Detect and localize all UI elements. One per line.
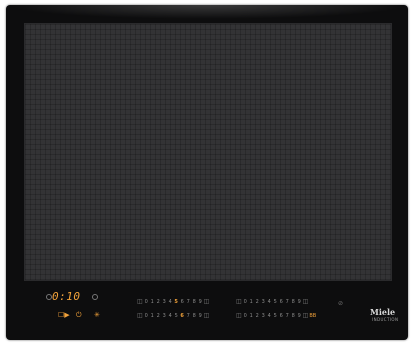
power-level-4[interactable]: 4 [168, 299, 173, 305]
level-decrease-button[interactable]: ◫ [236, 298, 242, 305]
power-level-2[interactable]: 2 [156, 313, 161, 319]
power-level-7[interactable]: 7 [186, 299, 191, 305]
power-level-8[interactable]: 8 [291, 299, 296, 305]
timer-display: 0:10 [52, 290, 81, 303]
booster-button[interactable]: BB [309, 313, 316, 319]
level-increase-button[interactable]: ◫ [303, 312, 309, 319]
power-level-7[interactable]: 7 [285, 313, 290, 319]
power-level-3[interactable]: 3 [261, 299, 266, 305]
power-level-4[interactable]: 4 [267, 299, 272, 305]
zone-rear-left-control[interactable]: ◫ 0 1 2 3 4 5 6 7 8 9 ◫ [137, 312, 209, 319]
power-level-6[interactable]: 6 [279, 299, 284, 305]
zone-front-left-control[interactable]: ◫ 0 1 2 3 4 5 6 7 8 9 ◫ [137, 298, 209, 305]
power-level-3[interactable]: 3 [261, 313, 266, 319]
level-increase-button[interactable]: ◫ [204, 298, 210, 305]
power-level-4[interactable]: 4 [267, 313, 272, 319]
power-level-7[interactable]: 7 [186, 313, 191, 319]
power-level-8[interactable]: 8 [291, 313, 296, 319]
power-level-0[interactable]: 0 [144, 299, 149, 305]
power-level-7[interactable]: 7 [285, 299, 290, 305]
power-level-1[interactable]: 1 [249, 299, 254, 305]
power-level-9[interactable]: 9 [198, 313, 203, 319]
power-level-6[interactable]: 6 [180, 299, 185, 305]
keep-warm-icon[interactable]: ✳ [94, 311, 100, 319]
power-level-8[interactable]: 8 [192, 299, 197, 305]
power-level-9[interactable]: 9 [297, 299, 302, 305]
power-level-6[interactable]: 6 [279, 313, 284, 319]
power-level-0[interactable]: 0 [144, 313, 149, 319]
power-level-9[interactable]: 9 [297, 313, 302, 319]
level-increase-button[interactable]: ◫ [303, 298, 309, 305]
power-level-1[interactable]: 1 [150, 299, 155, 305]
power-icon[interactable]: ⏻ [76, 311, 82, 320]
cooking-zone-surface[interactable] [24, 23, 392, 281]
brand-logo: Miele [370, 307, 396, 317]
power-level-1[interactable]: 1 [150, 313, 155, 319]
zone-front-right-control[interactable]: ◫ 0 1 2 3 4 5 6 7 8 9 ◫ [236, 298, 308, 305]
stopwatch-icon[interactable]: ☐▶ [58, 311, 70, 319]
power-level-1[interactable]: 1 [249, 313, 254, 319]
power-level-3[interactable]: 3 [162, 299, 167, 305]
power-level-8[interactable]: 8 [192, 313, 197, 319]
power-level-2[interactable]: 2 [156, 299, 161, 305]
power-level-0[interactable]: 0 [243, 299, 248, 305]
brand-tagline: INDUCTION [372, 317, 399, 322]
power-level-2[interactable]: 2 [255, 313, 260, 319]
level-decrease-button[interactable]: ◫ [137, 298, 143, 305]
power-level-5[interactable]: 5 [174, 299, 179, 305]
power-level-0[interactable]: 0 [243, 313, 248, 319]
level-decrease-button[interactable]: ◫ [137, 312, 143, 319]
level-decrease-button[interactable]: ◫ [236, 312, 242, 319]
power-level-3[interactable]: 3 [162, 313, 167, 319]
power-level-5[interactable]: 5 [273, 299, 278, 305]
power-level-6[interactable]: 6 [180, 313, 185, 319]
power-level-5[interactable]: 5 [174, 313, 179, 319]
power-level-9[interactable]: 9 [198, 299, 203, 305]
timer-right-indicator [92, 294, 98, 300]
power-level-5[interactable]: 5 [273, 313, 278, 319]
level-increase-button[interactable]: ◫ [204, 312, 210, 319]
power-level-2[interactable]: 2 [255, 299, 260, 305]
zone-rear-right-control[interactable]: ◫ 0 1 2 3 4 5 6 7 8 9 ◫ BB [236, 312, 316, 319]
power-level-4[interactable]: 4 [168, 313, 173, 319]
wireless-icon[interactable]: ⊘ [338, 300, 343, 307]
